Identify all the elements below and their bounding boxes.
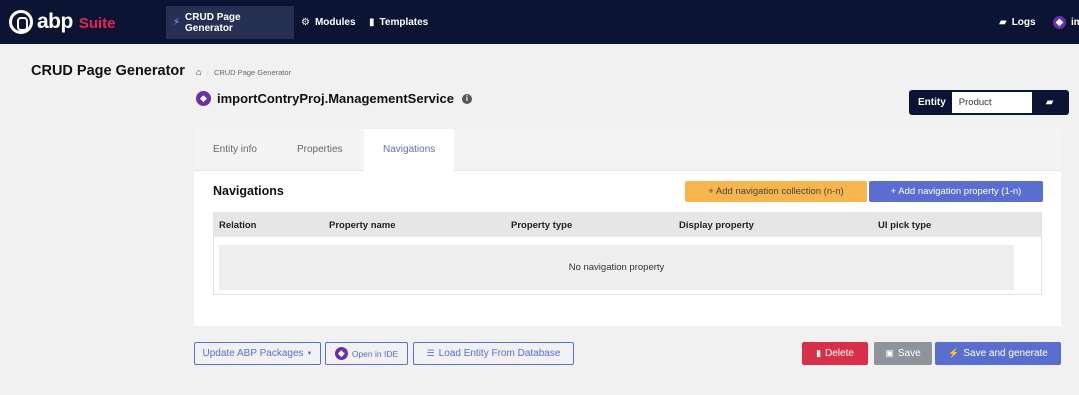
home-icon[interactable]: ⌂ <box>196 67 201 77</box>
empty-table-message: No navigation property <box>219 245 1014 290</box>
add-navigation-collection-button[interactable]: + Add navigation collection (n-n) <box>685 181 867 202</box>
visual-studio-icon: ◆ <box>334 347 348 360</box>
nav-templates[interactable]: ▮ Templates <box>362 6 435 39</box>
info-icon[interactable]: i <box>461 93 472 104</box>
nav-label: im <box>1071 17 1079 28</box>
column-header[interactable]: Display property <box>679 220 754 231</box>
folder-icon: ▰ <box>999 17 1007 28</box>
table-header: Relation Property name Property type Dis… <box>214 213 1041 237</box>
entity-editor-card: Entity info Properties Navigations Navig… <box>194 129 1061 326</box>
load-entity-from-database-button[interactable]: ☰ Load Entity From Database <box>413 342 574 365</box>
visual-studio-icon: ◆ <box>1053 16 1066 29</box>
button-label: Update ABP Packages <box>202 348 304 359</box>
button-label: Save and generate <box>963 348 1048 359</box>
nav-logs[interactable]: ▰ Logs <box>992 6 1043 39</box>
save-icon: ▣ <box>885 348 894 358</box>
nav-label: Templates <box>379 17 429 28</box>
section-heading: Navigations <box>213 184 284 198</box>
column-header[interactable]: Relation <box>219 220 256 231</box>
tab-properties[interactable]: Properties <box>278 129 362 171</box>
bolt-icon: ⚡ <box>173 17 181 28</box>
add-navigation-property-button[interactable]: + Add navigation property (1-n) <box>869 181 1043 202</box>
nav-modules[interactable]: ⚙ Modules <box>294 6 363 39</box>
trash-icon: ▮ <box>816 348 822 358</box>
save-and-generate-button[interactable]: ⚡ Save and generate <box>935 342 1061 365</box>
caret-down-icon: ▼ <box>306 350 313 357</box>
nav-label: CRUD Page Generator <box>185 11 241 34</box>
page-title: CRUD Page Generator <box>31 63 185 79</box>
top-navbar: abp Suite ⚡ CRUD Page Generator ⚙ Module… <box>0 0 1079 44</box>
brand-logo[interactable]: abp Suite <box>9 9 116 35</box>
update-abp-packages-button[interactable]: Update ABP Packages ▼ <box>194 342 321 365</box>
button-label: Load Entity From Database <box>438 348 561 359</box>
folder-open-icon[interactable]: ▰ <box>1046 97 1054 108</box>
tab-entity-info[interactable]: Entity info <box>194 129 276 171</box>
project-name: importContryProj.ManagementService <box>217 91 454 106</box>
navigations-table: Relation Property name Property type Dis… <box>213 212 1042 295</box>
visual-studio-icon: ◆ <box>196 91 211 106</box>
entity-selector: Entity ▰ <box>909 90 1069 115</box>
button-label: Save <box>897 348 921 359</box>
open-in-ide-button[interactable]: ◆ Open in IDE <box>325 342 408 365</box>
column-header[interactable]: UI pick type <box>878 220 931 231</box>
nav-crud-page-generator[interactable]: ⚡ CRUD Page Generator <box>166 6 294 39</box>
entity-label: Entity <box>918 97 946 108</box>
tab-navigations[interactable]: Navigations <box>364 129 455 172</box>
breadcrumb-separator: · <box>206 67 209 77</box>
column-header[interactable]: Property name <box>329 220 396 231</box>
abp-logo-icon <box>9 10 33 34</box>
brand-name: abp <box>37 10 73 33</box>
tab-bar: Entity info Properties Navigations <box>194 129 1061 172</box>
delete-button[interactable]: ▮ Delete <box>802 342 868 365</box>
nav-label: Modules <box>314 17 356 28</box>
breadcrumb-item: CRUD Page Generator <box>213 67 292 77</box>
save-button[interactable]: ▣ Save <box>874 342 932 365</box>
nav-label: Logs <box>1011 17 1036 28</box>
database-icon: ☰ <box>426 348 435 358</box>
project-heading: ◆ importContryProj.ManagementService i <box>196 91 472 106</box>
nav-solution-menu[interactable]: ◆ im <box>1046 6 1079 39</box>
brand-suffix: Suite <box>78 15 116 32</box>
entity-input[interactable] <box>951 92 1032 113</box>
button-label: Delete <box>825 348 854 359</box>
button-label: Open in IDE <box>351 348 399 359</box>
breadcrumb: ⌂ · CRUD Page Generator <box>196 67 291 77</box>
column-header[interactable]: Property type <box>511 220 572 231</box>
file-icon: ▮ <box>369 17 375 28</box>
bolt-icon: ⚡ <box>948 348 960 358</box>
cogs-icon: ⚙ <box>301 17 310 28</box>
